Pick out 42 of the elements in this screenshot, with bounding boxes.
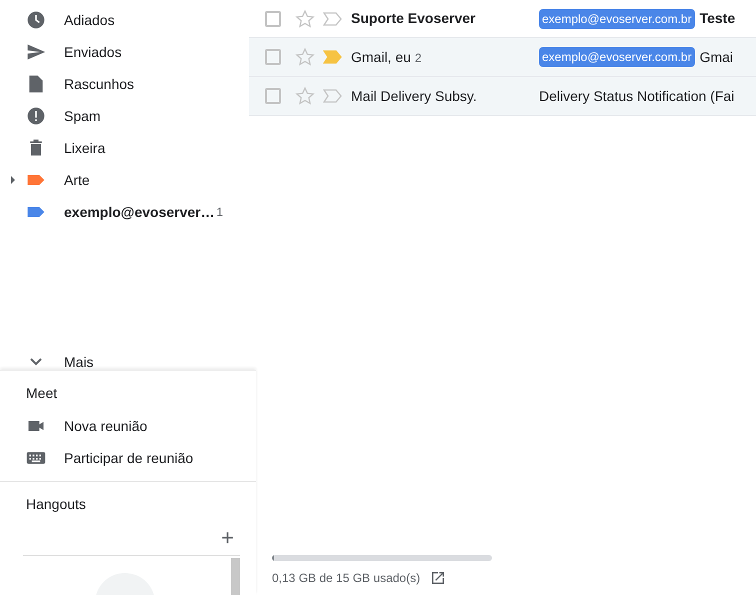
- sidebar-item[interactable]: Arte: [0, 164, 249, 196]
- external-link-icon[interactable]: [430, 570, 446, 586]
- unread-count: 1: [216, 204, 223, 221]
- sidebar-item[interactable]: Lixeira: [0, 132, 249, 164]
- subject-text: Delivery Status Notification (Fai: [539, 86, 734, 106]
- star-icon[interactable]: [295, 86, 315, 106]
- sidebar-item[interactable]: exemplo@evoserver…1: [0, 196, 249, 228]
- more-item[interactable]: Mais: [0, 346, 249, 370]
- sender-name: Gmail, eu: [351, 48, 411, 64]
- label-tag[interactable]: exemplo@evoserver.com.br: [539, 47, 695, 67]
- subject-text: Gmai: [700, 48, 734, 66]
- checkbox[interactable]: [265, 10, 281, 26]
- importance-marker-icon[interactable]: [323, 12, 343, 26]
- section-heading: Hangouts: [25, 495, 87, 514]
- caret-icon[interactable]: [11, 176, 15, 184]
- scrollbar[interactable]: [231, 558, 240, 595]
- chevron-down-icon: [30, 358, 42, 366]
- star-icon[interactable]: [295, 47, 315, 67]
- checkbox[interactable]: [265, 49, 281, 65]
- label-tag[interactable]: exemplo@evoserver.com.br: [539, 8, 695, 28]
- sidebar-item[interactable]: Spam: [0, 100, 249, 132]
- thread-count: 2: [414, 50, 422, 64]
- add-button[interactable]: +: [221, 527, 234, 549]
- sidebar-item[interactable]: Adiados: [0, 4, 249, 36]
- email-row[interactable]: Gmail, eu 2 exemplo@evoserver.com.br Gmai: [249, 38, 756, 77]
- importance-marker-icon[interactable]: [323, 89, 343, 103]
- star-icon[interactable]: [295, 8, 315, 28]
- sender-name: Suporte Evoserver: [351, 10, 476, 26]
- sidebar-item[interactable]: Rascunhos: [0, 68, 249, 100]
- sidebar-item[interactable]: Enviados: [0, 36, 249, 68]
- sender-name: Mail Delivery Subsy.: [351, 88, 477, 104]
- subject-text: Teste: [700, 9, 736, 28]
- alert-icon: [26, 106, 46, 126]
- importance-marker-icon[interactable]: [323, 50, 343, 64]
- meet-item[interactable]: Participar de reunião: [0, 442, 256, 474]
- storage-usage-text: 0,13 GB de 15 GB usado(s): [272, 570, 420, 587]
- email-row[interactable]: Mail Delivery Subsy. Delivery Status Notification (Fai: [249, 77, 756, 116]
- send-icon: [26, 42, 46, 62]
- section-heading: Meet: [25, 384, 58, 403]
- clock-icon: [26, 10, 46, 30]
- meet-item[interactable]: Nova reunião: [0, 410, 256, 442]
- checkbox[interactable]: [265, 88, 281, 104]
